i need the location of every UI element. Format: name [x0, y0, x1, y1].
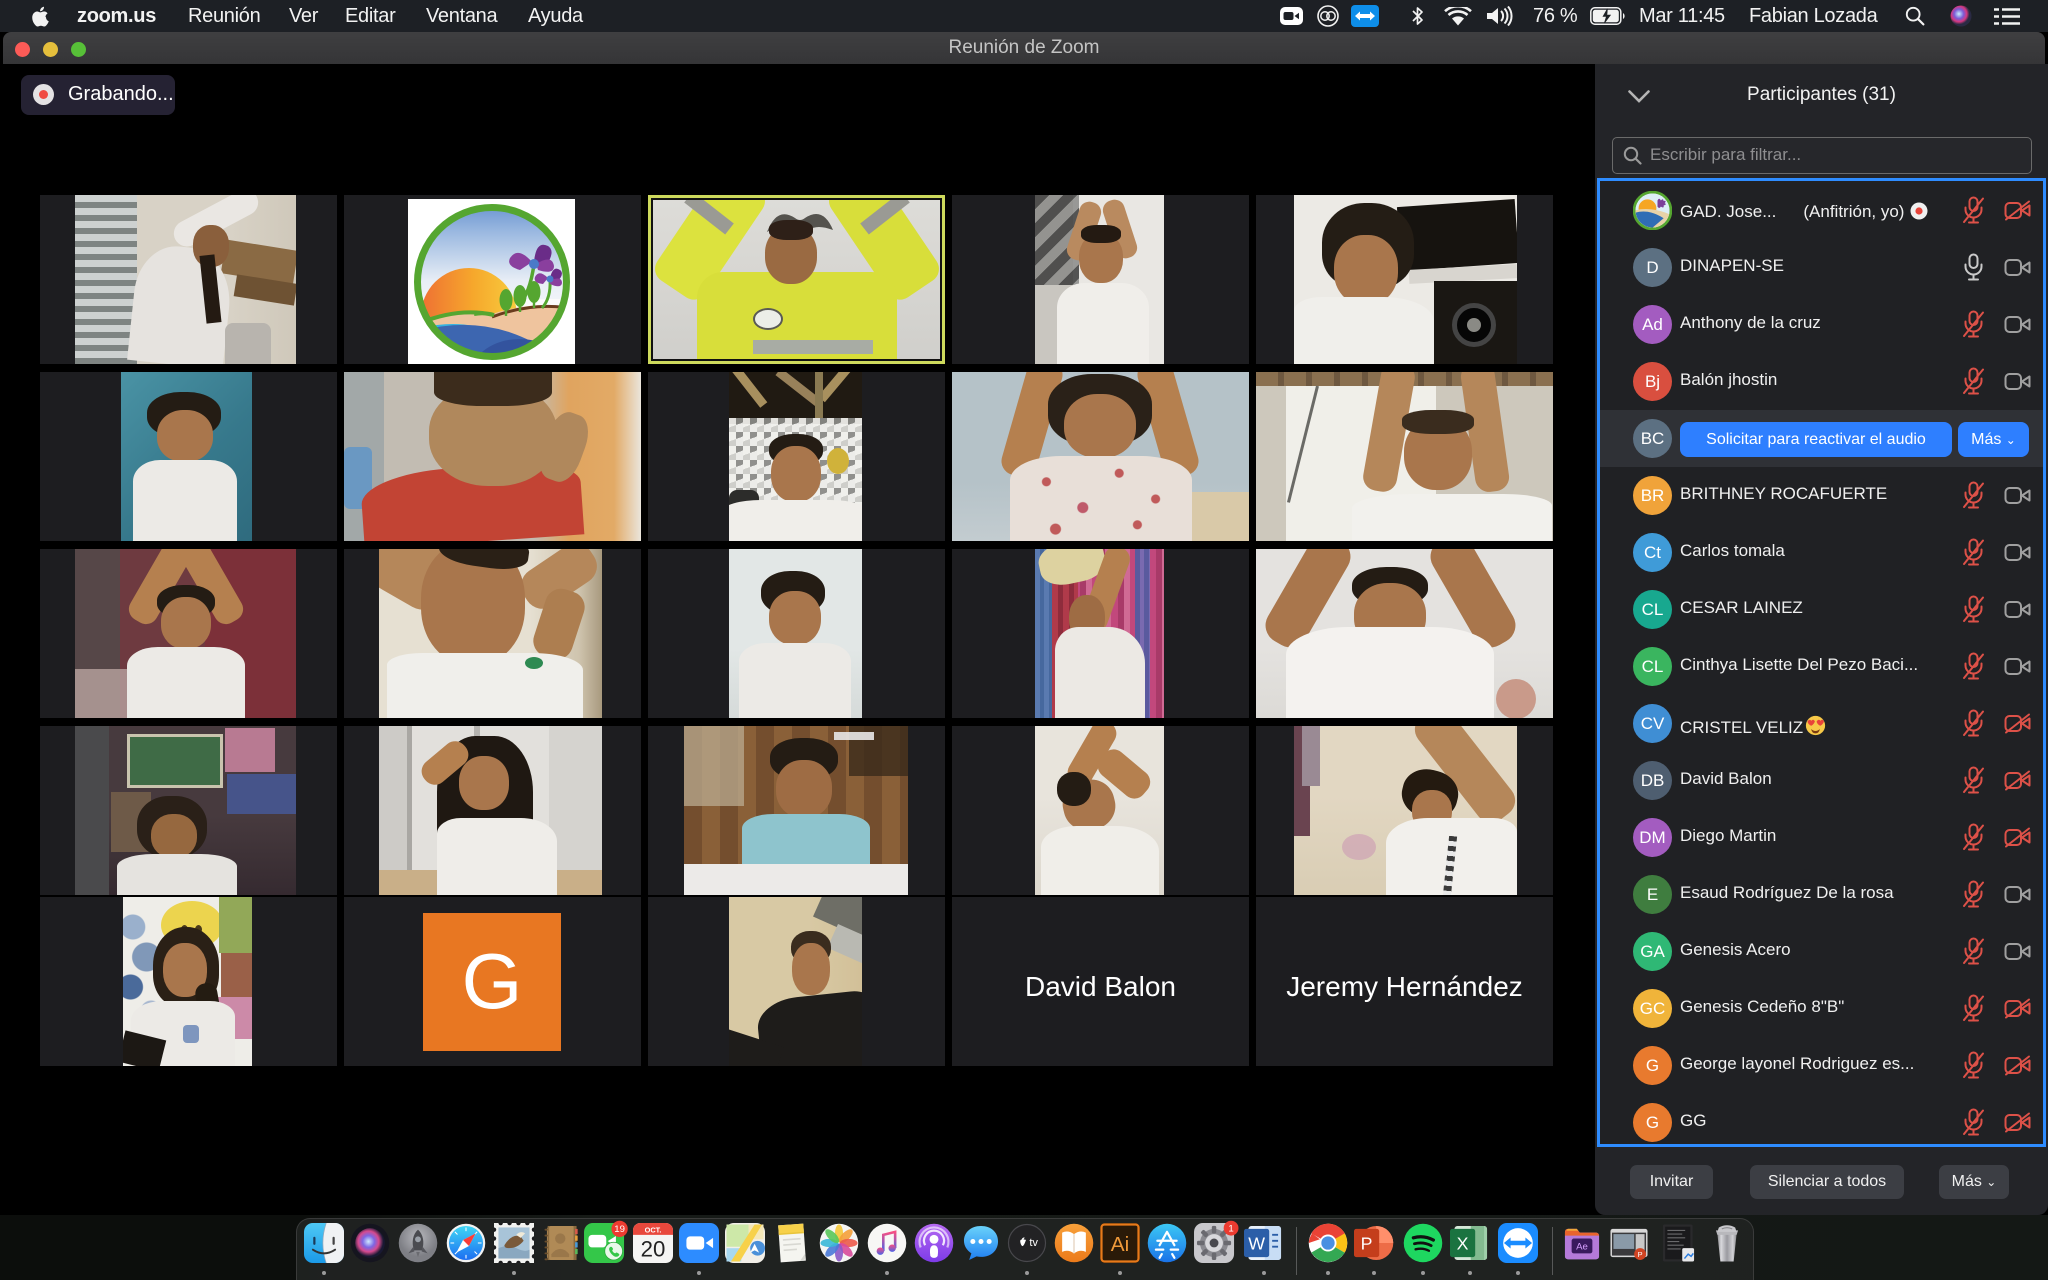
svg-text:tv: tv — [1029, 1237, 1038, 1249]
svg-text:W: W — [1248, 1234, 1265, 1254]
svg-text:1: 1 — [1228, 1223, 1233, 1234]
svg-text:OCT.: OCT. — [645, 1225, 662, 1234]
svg-text:19: 19 — [614, 1224, 625, 1235]
svg-text:P: P — [1361, 1234, 1373, 1254]
svg-text:Ae: Ae — [1576, 1242, 1588, 1253]
svg-text:P: P — [1638, 1250, 1643, 1259]
svg-text:20: 20 — [641, 1236, 666, 1261]
svg-text:X: X — [1457, 1234, 1469, 1254]
svg-text:Ai: Ai — [1111, 1233, 1129, 1256]
